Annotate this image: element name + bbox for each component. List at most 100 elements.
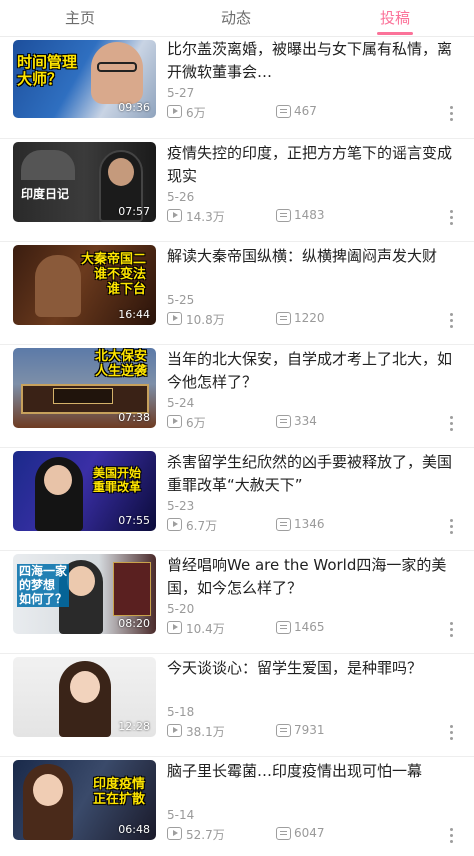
danmaku-icon	[276, 724, 291, 737]
monument-shape	[21, 150, 75, 180]
video-duration: 07:57	[118, 205, 150, 218]
tab-bar: 主页 动态 投稿	[0, 0, 474, 37]
video-item[interactable]: 印度疫情 正在扩散 06:48 脑子里长霉菌…印度疫情出现可怕一幕 5-14 5…	[0, 757, 474, 856]
video-title[interactable]: 比尔盖茨离婚，被曝出与女下属有私情，离开微软董事会…	[167, 38, 465, 84]
active-tab-indicator	[377, 32, 413, 35]
play-count-icon	[167, 518, 182, 531]
video-duration: 09:36	[118, 101, 150, 114]
person-face	[44, 465, 72, 495]
thumbnail-caption: 印度日记	[21, 187, 70, 201]
video-item[interactable]: 12:28 今天谈谈心：留学生爱国，是种罪吗？ 5-18 38.1万 7931	[0, 654, 474, 757]
more-options-icon[interactable]	[450, 622, 454, 638]
more-options-icon[interactable]	[450, 416, 454, 432]
video-thumbnail[interactable]: 印度疫情 正在扩散 06:48	[13, 760, 156, 840]
danmaku-icon	[276, 415, 291, 428]
view-count: 6万	[186, 106, 206, 120]
album-cover	[113, 562, 151, 616]
view-count: 6.7万	[186, 519, 218, 533]
thumbnail-caption: 时间管理 大师？	[17, 53, 78, 89]
tab-uploads[interactable]: 投稿	[365, 7, 425, 28]
view-count: 6万	[186, 416, 206, 430]
more-options-icon[interactable]	[450, 106, 454, 122]
danmaku-count: 467	[294, 104, 317, 118]
person-face	[67, 566, 95, 596]
person-figure	[91, 42, 143, 104]
thumbnail-caption: 美国开始 重罪改革	[93, 466, 142, 494]
video-item[interactable]: 美国开始 重罪改革 07:55 杀害留学生纪欣然的凶手要被释放了，美国重罪改革“…	[0, 448, 474, 551]
thumbnail-caption: 印度疫情 正在扩散	[93, 777, 146, 807]
video-item[interactable]: 北大保安 人生逆袭 07:38 当年的北大保安，自学成才考上了北大，如今他怎样了…	[0, 345, 474, 448]
view-count: 10.8万	[186, 313, 225, 327]
video-item[interactable]: 四海一家 的梦想 如何了？ 08:20 曾经唱响We are the World…	[0, 551, 474, 654]
more-options-icon[interactable]	[450, 725, 454, 741]
upload-date: 5-20	[167, 602, 195, 616]
play-count-icon	[167, 105, 182, 118]
video-title[interactable]: 当年的北大保安，自学成才考上了北大，如今他怎样了？	[167, 348, 465, 394]
thumbnail-caption: 北大保安 人生逆袭	[95, 349, 148, 379]
play-count-icon	[167, 827, 182, 840]
more-options-icon[interactable]	[450, 828, 454, 844]
video-item[interactable]: 大秦帝国二 谁不变法 谁下台 16:44 解读大秦帝国纵横：纵横捭阖闷声发大财 …	[0, 242, 474, 345]
video-title[interactable]: 疫情失控的印度，正把方方笔下的谣言变成现实	[167, 142, 465, 188]
danmaku-count: 1465	[294, 620, 325, 634]
video-title[interactable]: 曾经唱响We are the World四海一家的美国，如今怎么样了？	[167, 554, 465, 600]
view-count: 14.3万	[186, 210, 225, 224]
video-thumbnail[interactable]: 四海一家 的梦想 如何了？ 08:20	[13, 554, 156, 634]
video-title[interactable]: 脑子里长霉菌…印度疫情出现可怕一幕	[167, 760, 465, 783]
view-count: 52.7万	[186, 828, 225, 842]
video-thumbnail[interactable]: 美国开始 重罪改革 07:55	[13, 451, 156, 531]
video-thumbnail[interactable]: 时间管理 大师？ 09:36	[13, 40, 156, 118]
tab-activity[interactable]: 动态	[206, 7, 266, 28]
video-duration: 12:28	[118, 720, 150, 733]
danmaku-icon	[276, 518, 291, 531]
more-options-icon[interactable]	[450, 519, 454, 535]
video-title[interactable]: 解读大秦帝国纵横：纵横捭阖闷声发大财	[167, 245, 465, 268]
more-options-icon[interactable]	[450, 313, 454, 329]
play-count-icon	[167, 209, 182, 222]
video-item[interactable]: 时间管理 大师？ 09:36 比尔盖茨离婚，被曝出与女下属有私情，离开微软董事会…	[0, 38, 474, 139]
video-thumbnail[interactable]: 印度日记 07:57	[13, 142, 156, 222]
thumbnail-caption: 大秦帝国二 谁不变法 谁下台	[81, 252, 147, 297]
play-count-icon	[167, 621, 182, 634]
person-face	[33, 774, 63, 806]
video-duration: 07:55	[118, 514, 150, 527]
upload-date: 5-14	[167, 808, 195, 822]
video-thumbnail[interactable]: 北大保安 人生逆袭 07:38	[13, 348, 156, 428]
upload-date: 5-25	[167, 293, 195, 307]
danmaku-count: 1346	[294, 517, 325, 531]
video-thumbnail[interactable]: 12:28	[13, 657, 156, 737]
danmaku-icon	[276, 312, 291, 325]
more-options-icon[interactable]	[450, 210, 454, 226]
danmaku-count: 7931	[294, 723, 325, 737]
upload-date: 5-24	[167, 396, 195, 410]
person-face	[108, 158, 134, 186]
video-duration: 16:44	[118, 308, 150, 321]
video-duration: 08:20	[118, 617, 150, 630]
upload-date: 5-26	[167, 190, 195, 204]
play-count-icon	[167, 312, 182, 325]
danmaku-count: 1483	[294, 208, 325, 222]
danmaku-icon	[276, 209, 291, 222]
video-title[interactable]: 今天谈谈心：留学生爱国，是种罪吗？	[167, 657, 465, 680]
play-count-icon	[167, 415, 182, 428]
tab-home[interactable]: 主页	[50, 7, 110, 28]
plaque-shape	[53, 388, 113, 404]
view-count: 38.1万	[186, 725, 225, 739]
play-count-icon	[167, 724, 182, 737]
danmaku-icon	[276, 105, 291, 118]
video-list: 时间管理 大师？ 09:36 比尔盖茨离婚，被曝出与女下属有私情，离开微软董事会…	[0, 38, 474, 856]
danmaku-icon	[276, 827, 291, 840]
video-item[interactable]: 印度日记 07:57 疫情失控的印度，正把方方笔下的谣言变成现实 5-26 14…	[0, 139, 474, 242]
video-thumbnail[interactable]: 大秦帝国二 谁不变法 谁下台 16:44	[13, 245, 156, 325]
upload-date: 5-27	[167, 86, 195, 100]
view-count: 10.4万	[186, 622, 225, 636]
danmaku-icon	[276, 621, 291, 634]
glasses-shape	[97, 62, 137, 72]
video-duration: 06:48	[118, 823, 150, 836]
video-title[interactable]: 杀害留学生纪欣然的凶手要被释放了，美国重罪改革“大赦天下”	[167, 451, 465, 497]
danmaku-count: 334	[294, 414, 317, 428]
upload-date: 5-23	[167, 499, 195, 513]
person-figure	[35, 255, 81, 317]
thumbnail-caption: 四海一家 的梦想 如何了？	[17, 564, 70, 608]
danmaku-count: 1220	[294, 311, 325, 325]
